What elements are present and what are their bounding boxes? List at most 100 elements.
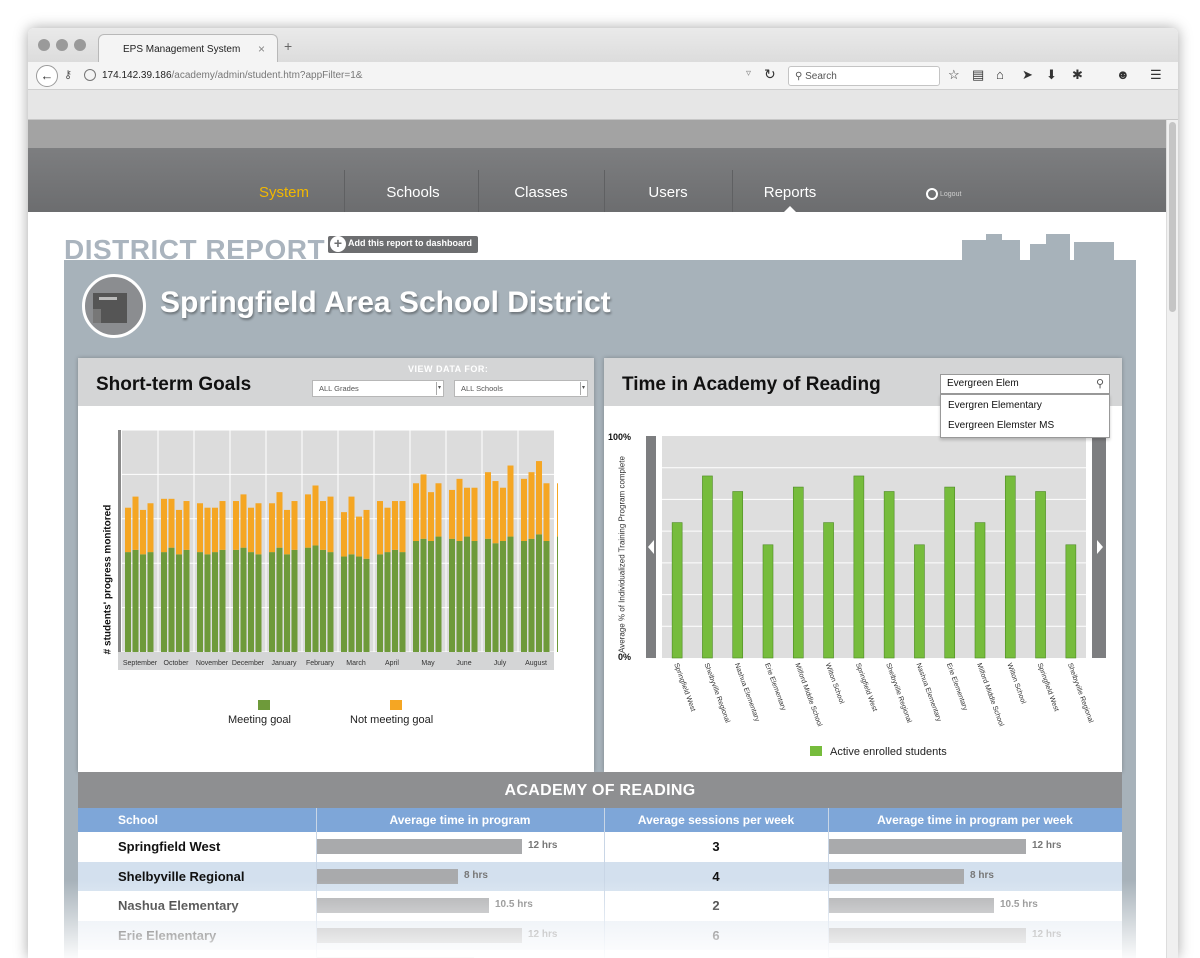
- back-arrow-icon[interactable]: ←: [36, 65, 58, 87]
- x-tick-label: Milford Middle School: [975, 662, 1005, 728]
- column-header-avg-time[interactable]: Average time in program: [316, 813, 604, 827]
- nav-users[interactable]: Users: [604, 184, 732, 201]
- bar-meeting-goal: [276, 547, 283, 652]
- table-row[interactable]: Springfield West 12 hrs 3 12 hrs: [78, 832, 1122, 861]
- nav-classes[interactable]: Classes: [478, 184, 604, 201]
- reload-icon[interactable]: ↻: [764, 66, 776, 83]
- bar-not-meeting-goal: [204, 507, 211, 555]
- school-select[interactable]: ALL Schools ▾: [454, 380, 588, 397]
- nav-reports[interactable]: Reports: [732, 184, 848, 201]
- x-tick-label: September: [123, 660, 158, 667]
- active-nav-pointer: [784, 206, 796, 212]
- browser-search-input[interactable]: ⚲ Search: [788, 66, 940, 86]
- table-row[interactable]: Milford Middle School9.25 hrs39.25 hrs: [78, 950, 1122, 958]
- bar-meeting-goal: [435, 536, 442, 652]
- bar-meeting-goal: [500, 541, 506, 652]
- table-row[interactable]: Shelbyville Regional 8 hrs 4 8 hrs: [78, 861, 1122, 891]
- bar-not-meeting-goal: [557, 483, 558, 537]
- bar-meeting-goal: [132, 549, 139, 652]
- logout-link[interactable]: Logout: [926, 188, 961, 200]
- legend-not-meeting-goal: Not meeting goal: [350, 714, 434, 726]
- download-icon[interactable]: ⬇: [1046, 67, 1057, 83]
- scrollbar-thumb[interactable]: [1169, 122, 1176, 312]
- bar-meeting-goal: [492, 543, 499, 652]
- chat-icon[interactable]: ☻: [1116, 67, 1130, 82]
- add-to-dashboard-button[interactable]: + Add this report to dashboard: [328, 236, 479, 253]
- legend-active-enrolled: Active enrolled students: [830, 746, 947, 758]
- page-scrollbar[interactable]: [1166, 120, 1178, 958]
- bar-meeting-goal: [363, 558, 370, 652]
- dropdown-arrow-icon[interactable]: ▿: [746, 68, 751, 79]
- suggestion-item[interactable]: Evergren Elementary: [948, 400, 1042, 411]
- suggestion-item[interactable]: Evergreen Elemster MS: [948, 420, 1054, 431]
- menu-icon[interactable]: ☰: [1150, 67, 1162, 83]
- bar-active-enrolled: [914, 544, 925, 659]
- bar-not-meeting-goal: [248, 507, 254, 553]
- grade-select[interactable]: ALL Grades ▾: [312, 380, 444, 397]
- bar-not-meeting-goal: [363, 509, 370, 559]
- x-tick-label: October: [164, 660, 190, 667]
- x-tick-label: Springfield West: [1036, 662, 1060, 712]
- new-tab-icon[interactable]: +: [284, 38, 292, 54]
- logout-label: Logout: [940, 190, 962, 198]
- sessions-value: 6: [712, 927, 720, 943]
- column-divider: [604, 808, 605, 958]
- school-name: Erie Elementary: [118, 927, 217, 943]
- nav-system[interactable]: System: [224, 184, 344, 201]
- time-per-week-bar: [828, 868, 964, 884]
- bar-meeting-goal: [269, 552, 275, 652]
- browser-tab[interactable]: EPS Management System ×: [98, 34, 278, 62]
- home-icon[interactable]: ⌂: [996, 67, 1004, 82]
- avg-time-value: 10.5 hrs: [495, 899, 533, 910]
- star-icon[interactable]: ☆: [948, 67, 960, 83]
- legend-swatch-active: [810, 746, 822, 756]
- table-row[interactable]: Nashua Elementary 10.5 hrs 2 10.5 hrs: [78, 891, 1122, 920]
- reading-list-icon[interactable]: ▤: [972, 67, 984, 83]
- reading-chart: Springfield West Shelbyville Regional Nash…: [646, 436, 1106, 728]
- x-tick-label: Springfield West: [672, 662, 696, 712]
- school-search-input[interactable]: Evergreen Elem ⚲: [940, 374, 1110, 394]
- zoom-window-button[interactable]: [74, 39, 86, 51]
- column-header-time-per-week[interactable]: Average time in program per week: [828, 813, 1122, 827]
- bookmarks-bar: [28, 90, 1178, 120]
- bar-not-meeting-goal: [392, 501, 398, 550]
- tab-close-icon[interactable]: ×: [258, 42, 265, 56]
- key-icon[interactable]: ⚷: [64, 68, 72, 81]
- bar-not-meeting-goal: [471, 487, 478, 541]
- bar-not-meeting-goal: [219, 501, 226, 550]
- minimize-window-button[interactable]: [56, 39, 68, 51]
- bar-active-enrolled: [702, 475, 713, 659]
- url-bar[interactable]: 174.142.39.186/academy/admin/student.htm…: [102, 70, 362, 81]
- column-header-sessions[interactable]: Average sessions per week: [604, 813, 828, 827]
- bar-not-meeting-goal: [507, 465, 514, 537]
- bar-not-meeting-goal: [536, 461, 542, 535]
- bar-meeting-goal: [392, 549, 398, 652]
- globe-icon[interactable]: [84, 69, 96, 81]
- header-strip: [28, 120, 1166, 148]
- academy-reading-table: ACADEMY OF READING School Average time i…: [78, 772, 1122, 958]
- chevron-down-icon: ▾: [580, 382, 586, 395]
- bar-active-enrolled: [1035, 491, 1046, 659]
- bar-not-meeting-goal: [327, 496, 334, 553]
- extensions-icon[interactable]: ✱: [1072, 67, 1083, 83]
- close-window-button[interactable]: [38, 39, 50, 51]
- add-circle-icon: +: [330, 236, 346, 252]
- view-data-for-label: VIEW DATA FOR:: [408, 364, 489, 374]
- nav-schools[interactable]: Schools: [348, 184, 478, 201]
- reading-ytick-top: 100%: [608, 432, 632, 442]
- table-header-row: School Average time in program Average s…: [78, 808, 1122, 832]
- bar-not-meeting-goal: [356, 516, 362, 557]
- bar-not-meeting-goal: [276, 492, 283, 548]
- bar-active-enrolled: [732, 491, 744, 659]
- skyline-illustration: [962, 234, 1114, 264]
- goals-title: Short-term Goals: [96, 374, 252, 395]
- bar-not-meeting-goal: [456, 478, 463, 541]
- column-header-school[interactable]: School: [118, 813, 178, 827]
- table-row[interactable]: Erie Elementary 12 hrs 6 12 hrs: [78, 920, 1122, 950]
- x-tick-label: May: [421, 660, 435, 667]
- send-icon[interactable]: ➤: [1022, 67, 1033, 83]
- x-tick-label: August: [525, 660, 547, 667]
- district-name: Springfield Area School District: [160, 286, 611, 319]
- bar-meeting-goal: [428, 541, 434, 652]
- bar-meeting-goal: [233, 549, 239, 652]
